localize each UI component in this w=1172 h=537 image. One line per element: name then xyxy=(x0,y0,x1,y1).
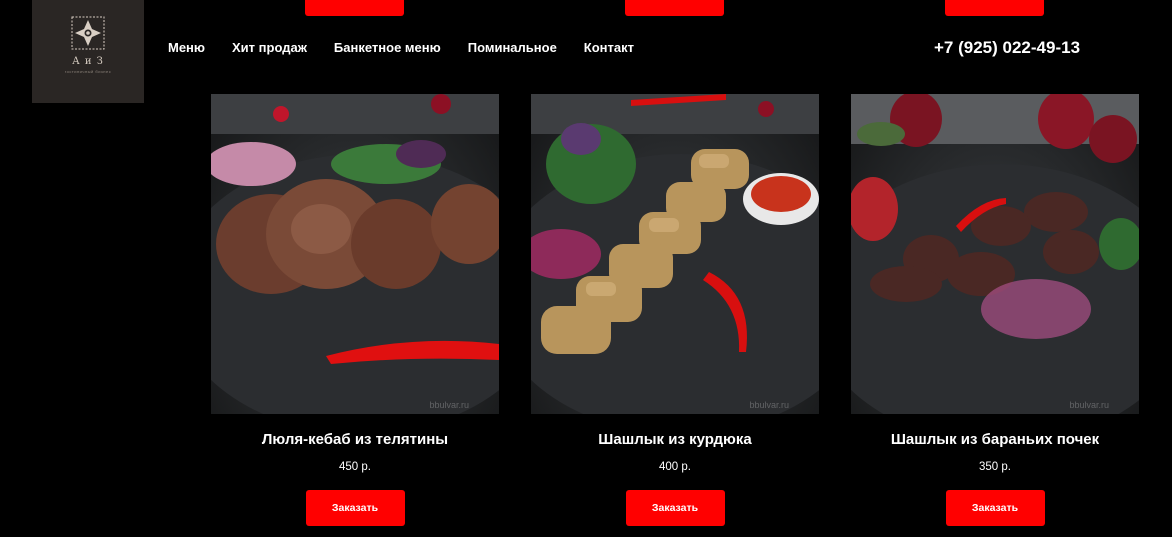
nav-item-menu[interactable]: Меню xyxy=(168,40,205,55)
previous-row-order-button[interactable] xyxy=(625,0,724,16)
kurdyuk-shashlik-photo[interactable]: bbulvar.ru xyxy=(531,94,819,414)
order-button[interactable]: Заказать xyxy=(305,490,405,526)
ornament-icon xyxy=(71,16,105,50)
product-price: 350 р. xyxy=(979,461,1011,473)
photo-watermark: bbulvar.ru xyxy=(429,400,469,410)
product-title[interactable]: Люля-кебаб из телятины xyxy=(211,431,499,448)
phone-number[interactable]: +7 (925) 022-49-13 xyxy=(934,38,1080,58)
photo-watermark: bbulvar.ru xyxy=(749,400,789,410)
nav-item-banquet-menu[interactable]: Банкетное меню xyxy=(334,40,441,55)
product-price: 450 р. xyxy=(339,461,371,473)
previous-row-order-button[interactable] xyxy=(945,0,1044,16)
nav-item-contact[interactable]: Контакт xyxy=(584,40,634,55)
order-button[interactable]: Заказать xyxy=(625,490,725,526)
logo-text: А и З xyxy=(72,56,104,67)
main-nav: Меню Хит продаж Банкетное меню Поминальн… xyxy=(168,40,661,55)
site-logo[interactable]: А и З гостиничный бизнес xyxy=(32,0,144,103)
order-button[interactable]: Заказать xyxy=(945,490,1045,526)
previous-row-order-button[interactable] xyxy=(305,0,404,16)
product-card: bbulvar.ru Шашлык из курдюка 400 р. Зака… xyxy=(531,94,819,526)
food-photo-illustration xyxy=(531,94,819,414)
product-title[interactable]: Шашлык из курдюка xyxy=(531,431,819,448)
lyulya-kebab-photo[interactable]: bbulvar.ru xyxy=(211,94,499,414)
nav-item-memorial[interactable]: Поминальное xyxy=(468,40,557,55)
kidney-shashlik-photo[interactable]: bbulvar.ru xyxy=(851,94,1139,414)
photo-watermark: bbulvar.ru xyxy=(1069,400,1109,410)
product-card: bbulvar.ru Люля-кебаб из телятины 450 р.… xyxy=(211,94,499,526)
product-card: bbulvar.ru Шашлык из бараньих почек 350 … xyxy=(851,94,1139,526)
nav-item-bestsellers[interactable]: Хит продаж xyxy=(232,40,307,55)
product-price: 400 р. xyxy=(659,461,691,473)
logo-subtitle: гостиничный бизнес xyxy=(64,69,112,74)
product-title[interactable]: Шашлык из бараньих почек xyxy=(851,431,1139,448)
food-photo-illustration xyxy=(211,94,499,414)
food-photo-illustration xyxy=(851,94,1139,414)
